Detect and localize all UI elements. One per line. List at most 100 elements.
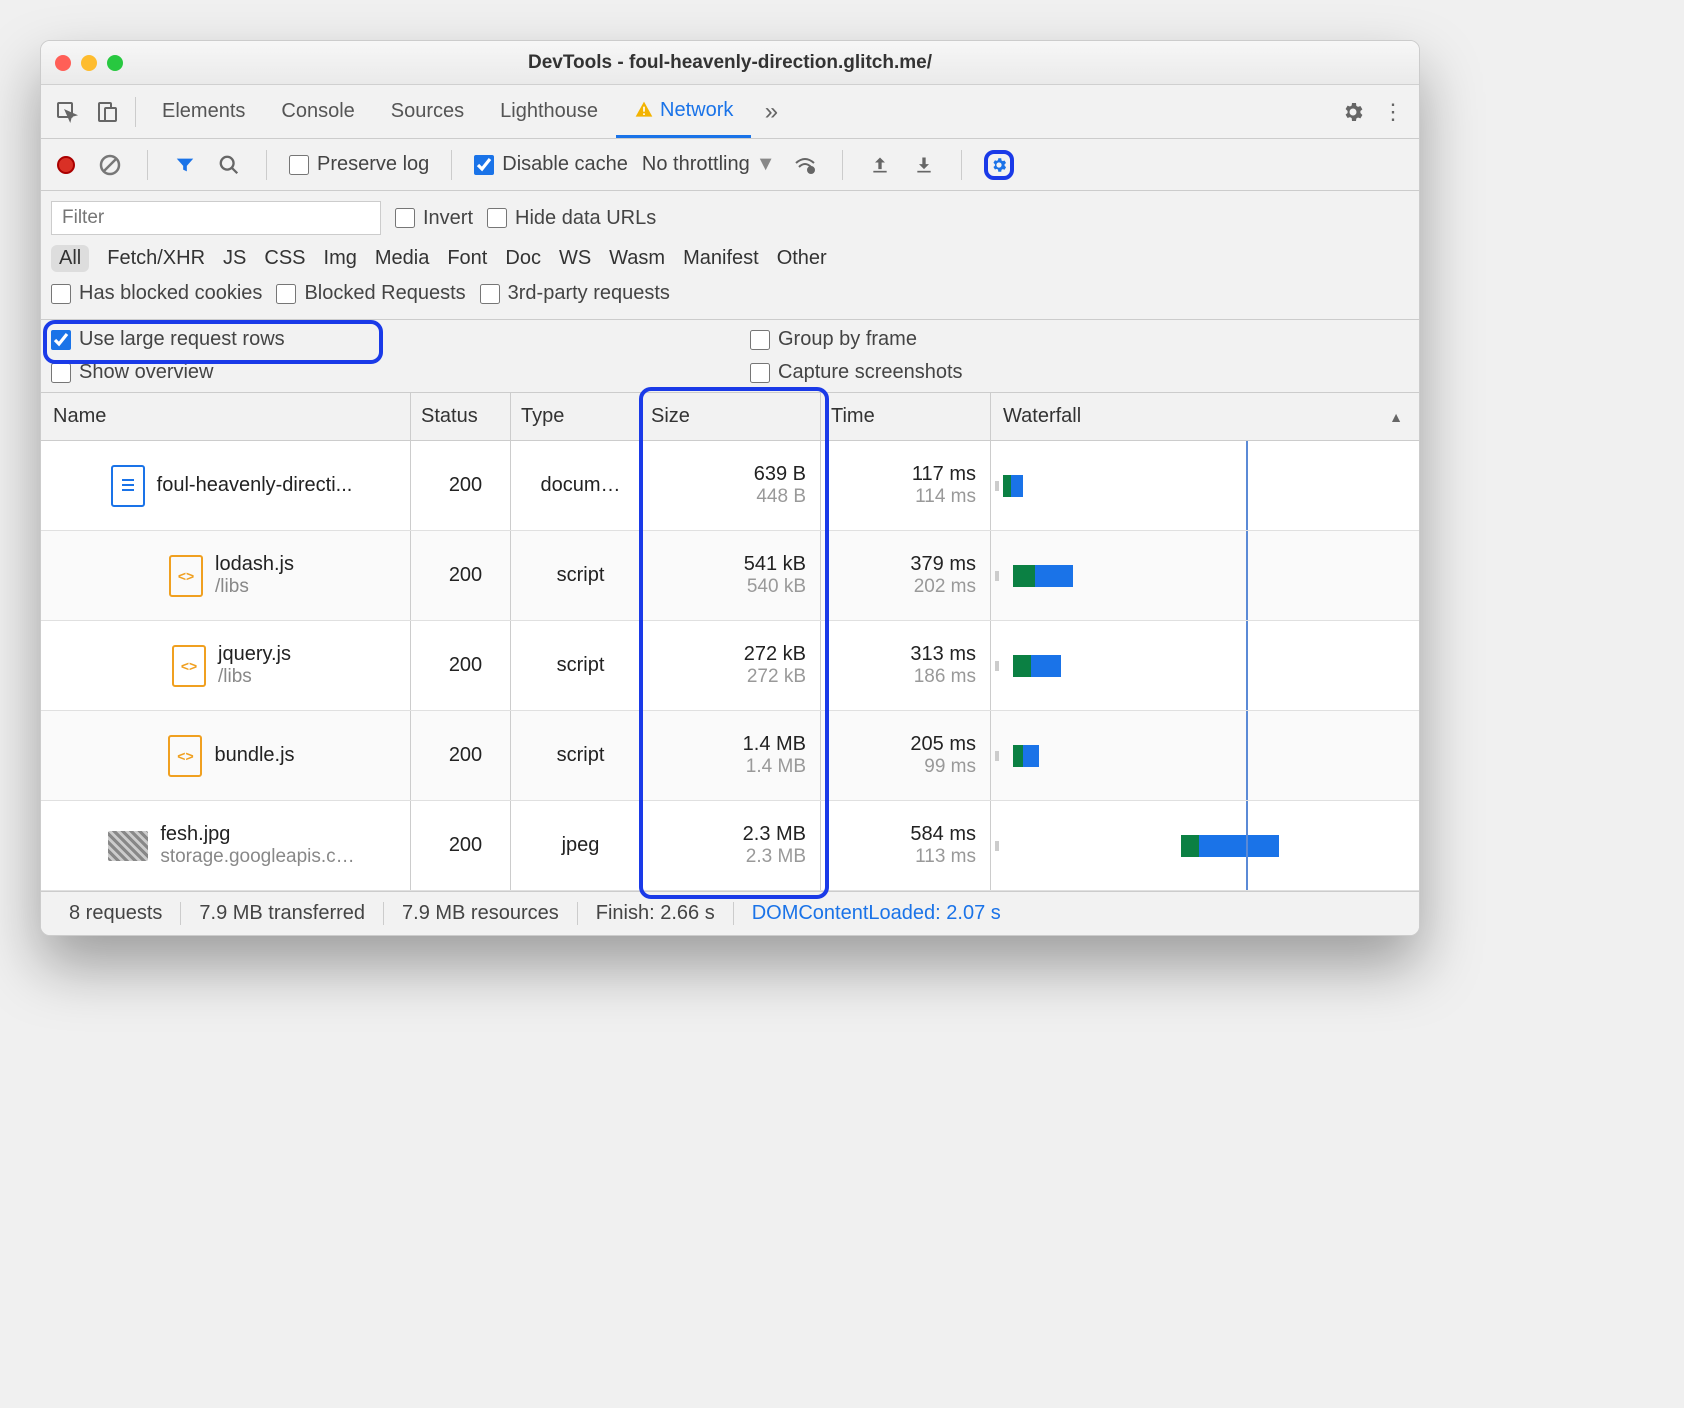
col-header-size[interactable]: Size — [641, 393, 821, 440]
status-requests: 8 requests — [51, 902, 181, 925]
upload-har-icon[interactable] — [865, 150, 895, 180]
col-header-waterfall[interactable]: Waterfall ▲ — [991, 393, 1419, 440]
network-conditions-icon[interactable] — [790, 150, 820, 180]
col-header-type[interactable]: Type — [511, 393, 641, 440]
tab-network[interactable]: Network — [616, 85, 751, 138]
waterfall-cell — [991, 621, 1419, 710]
table-header: Name Status Type Size Time Waterfall ▲ — [41, 393, 1419, 441]
inspect-icon[interactable] — [47, 92, 87, 132]
script-file-icon: <> — [168, 735, 202, 777]
filter-toggle-icon[interactable] — [170, 150, 200, 180]
request-latency: 186 ms — [821, 666, 976, 688]
request-time: 205 ms — [821, 733, 976, 756]
clear-icon[interactable] — [95, 150, 125, 180]
pill-wasm[interactable]: Wasm — [609, 247, 665, 270]
request-type: script — [557, 744, 605, 767]
request-time: 117 ms — [821, 463, 976, 486]
filter-bar: Invert Hide data URLs All Fetch/XHR JS C… — [41, 191, 1419, 320]
table-row[interactable]: <> lodash.js /libs 200 script 541 kB 540… — [41, 531, 1419, 621]
chevron-down-icon: ▼ — [756, 153, 776, 176]
pill-ws[interactable]: WS — [559, 247, 591, 270]
pill-manifest[interactable]: Manifest — [683, 247, 759, 270]
request-size: 1.4 MB — [641, 733, 806, 756]
pill-css[interactable]: CSS — [264, 247, 305, 270]
window-title: DevTools - foul-heavenly-direction.glitc… — [41, 52, 1419, 74]
tab-lighthouse[interactable]: Lighthouse — [482, 85, 616, 138]
pill-other[interactable]: Other — [777, 247, 827, 270]
third-party-checkbox[interactable]: 3rd-party requests — [480, 282, 670, 305]
pill-img[interactable]: Img — [324, 247, 357, 270]
table-row[interactable]: <> bundle.js 200 script 1.4 MB 1.4 MB 20… — [41, 711, 1419, 801]
status-transferred: 7.9 MB transferred — [181, 902, 384, 925]
sort-indicator-icon: ▲ — [1389, 409, 1403, 425]
titlebar: DevTools - foul-heavenly-direction.glitc… — [41, 41, 1419, 85]
request-path: /libs — [218, 666, 291, 688]
pill-font[interactable]: Font — [447, 247, 487, 270]
group-by-frame-checkbox[interactable]: Group by frame — [750, 328, 1409, 351]
col-header-status[interactable]: Status — [411, 393, 511, 440]
request-time: 313 ms — [821, 643, 976, 666]
pill-all[interactable]: All — [51, 245, 89, 272]
script-file-icon: <> — [169, 555, 203, 597]
blocked-requests-checkbox[interactable]: Blocked Requests — [276, 282, 465, 305]
preserve-log-checkbox[interactable]: Preserve log — [289, 153, 429, 176]
request-path: storage.googleapis.c… — [160, 846, 354, 868]
image-file-icon — [108, 831, 148, 861]
tab-elements[interactable]: Elements — [144, 85, 263, 138]
settings-icon[interactable] — [1333, 92, 1373, 132]
record-button[interactable] — [51, 150, 81, 180]
table-row[interactable]: foul-heavenly-directi... 200 docum… 639 … — [41, 441, 1419, 531]
invert-checkbox[interactable]: Invert — [395, 207, 473, 230]
device-toggle-icon[interactable] — [87, 92, 127, 132]
pill-media[interactable]: Media — [375, 247, 429, 270]
devtools-window: DevTools - foul-heavenly-direction.glitc… — [40, 40, 1420, 936]
filter-input[interactable] — [51, 201, 381, 235]
table-row[interactable]: <> jquery.js /libs 200 script 272 kB 272… — [41, 621, 1419, 711]
disable-cache-checkbox[interactable]: Disable cache — [474, 153, 628, 176]
network-settings-panel: Use large request rows Group by frame Sh… — [41, 320, 1419, 393]
request-latency: 113 ms — [821, 846, 976, 868]
request-name: foul-heavenly-directi... — [157, 474, 353, 497]
request-status: 200 — [449, 834, 482, 857]
script-file-icon: <> — [172, 645, 206, 687]
request-size-uncompressed: 2.3 MB — [641, 846, 806, 868]
network-settings-icon[interactable] — [984, 150, 1014, 180]
request-size-uncompressed: 540 kB — [641, 576, 806, 598]
download-har-icon[interactable] — [909, 150, 939, 180]
request-status: 200 — [449, 564, 482, 587]
waterfall-cell — [991, 711, 1419, 800]
hide-data-urls-checkbox[interactable]: Hide data URLs — [487, 207, 656, 230]
status-dcl[interactable]: DOMContentLoaded: 2.07 s — [734, 902, 1019, 925]
pill-js[interactable]: JS — [223, 247, 246, 270]
request-type: script — [557, 564, 605, 587]
blocked-cookies-checkbox[interactable]: Has blocked cookies — [51, 282, 262, 305]
kebab-menu-icon[interactable]: ⋮ — [1373, 92, 1413, 132]
request-time: 584 ms — [821, 823, 976, 846]
large-rows-checkbox[interactable]: Use large request rows — [51, 328, 710, 351]
col-header-time[interactable]: Time — [821, 393, 991, 440]
pill-fetch[interactable]: Fetch/XHR — [107, 247, 205, 270]
search-icon[interactable] — [214, 150, 244, 180]
request-size-uncompressed: 1.4 MB — [641, 756, 806, 778]
tab-sources[interactable]: Sources — [373, 85, 482, 138]
document-file-icon — [111, 465, 145, 507]
throttling-select[interactable]: No throttling ▼ — [642, 153, 776, 176]
request-rows: foul-heavenly-directi... 200 docum… 639 … — [41, 441, 1419, 891]
request-size: 541 kB — [641, 553, 806, 576]
request-status: 200 — [449, 744, 482, 767]
waterfall-cell — [991, 801, 1419, 890]
request-name: lodash.js — [215, 553, 294, 576]
more-tabs-icon[interactable]: » — [751, 92, 791, 132]
table-row[interactable]: fesh.jpg storage.googleapis.c… 200 jpeg … — [41, 801, 1419, 891]
pill-doc[interactable]: Doc — [505, 247, 541, 270]
request-size-uncompressed: 448 B — [641, 486, 806, 508]
request-size: 2.3 MB — [641, 823, 806, 846]
request-type: script — [557, 654, 605, 677]
col-header-name[interactable]: Name — [41, 393, 411, 440]
request-type: docum… — [540, 474, 620, 497]
request-name: fesh.jpg — [160, 823, 354, 846]
show-overview-checkbox[interactable]: Show overview — [51, 361, 710, 384]
tab-console[interactable]: Console — [263, 85, 372, 138]
waterfall-cell — [991, 531, 1419, 620]
capture-screenshots-checkbox[interactable]: Capture screenshots — [750, 361, 1409, 384]
